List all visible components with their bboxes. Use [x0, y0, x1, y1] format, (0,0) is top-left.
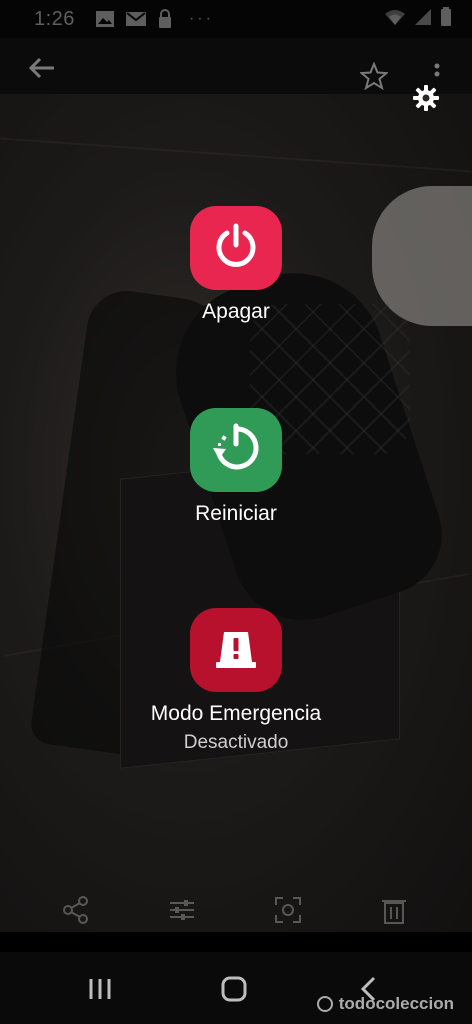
star-icon[interactable]	[356, 58, 392, 94]
battery-icon	[440, 6, 452, 32]
navigation-bar: todocoleccion	[0, 952, 472, 1024]
gear-icon[interactable]	[408, 80, 444, 116]
emergency-mode-status: Desactivado	[183, 732, 289, 753]
recents-icon[interactable]	[80, 974, 120, 1004]
image-icon	[95, 10, 115, 28]
power-off-option[interactable]: Apagar	[0, 206, 472, 324]
signal-icon	[414, 8, 432, 31]
emergency-mode-option[interactable]: Modo Emergencia Desactivado	[0, 608, 472, 754]
emergency-mode-button[interactable]	[190, 608, 282, 692]
photo-action-bar	[0, 880, 472, 940]
restart-label: Reiniciar	[195, 502, 277, 525]
system-icons	[384, 6, 452, 32]
viewer-toolbar	[0, 38, 472, 94]
share-icon[interactable]	[60, 894, 92, 926]
back-arrow-icon[interactable]	[22, 48, 62, 88]
mail-icon	[125, 10, 147, 28]
emergency-mode-label: Modo Emergencia	[150, 702, 322, 725]
power-off-label: Apagar	[202, 300, 270, 323]
focus-icon[interactable]	[272, 894, 304, 926]
power-off-button[interactable]	[190, 206, 282, 290]
wifi-icon	[384, 8, 406, 31]
emergency-icon	[210, 622, 262, 679]
notification-icons: ···	[95, 9, 214, 29]
watermark-text: todocoleccion	[338, 994, 454, 1013]
adjust-icon[interactable]	[166, 894, 198, 926]
restart-icon	[210, 422, 262, 479]
trash-icon[interactable]	[378, 894, 410, 926]
restart-option[interactable]: Reiniciar	[0, 408, 472, 526]
lock-icon	[157, 9, 173, 29]
power-icon	[211, 221, 261, 276]
more-dots-icon: ···	[188, 10, 214, 27]
status-bar: 1:26 ···	[0, 0, 472, 38]
watermark-logo-icon	[316, 996, 333, 1012]
watermark: todocoleccion	[316, 994, 454, 1014]
restart-button[interactable]	[190, 408, 282, 492]
home-icon[interactable]	[214, 974, 254, 1004]
status-time: 1:26	[34, 7, 75, 30]
